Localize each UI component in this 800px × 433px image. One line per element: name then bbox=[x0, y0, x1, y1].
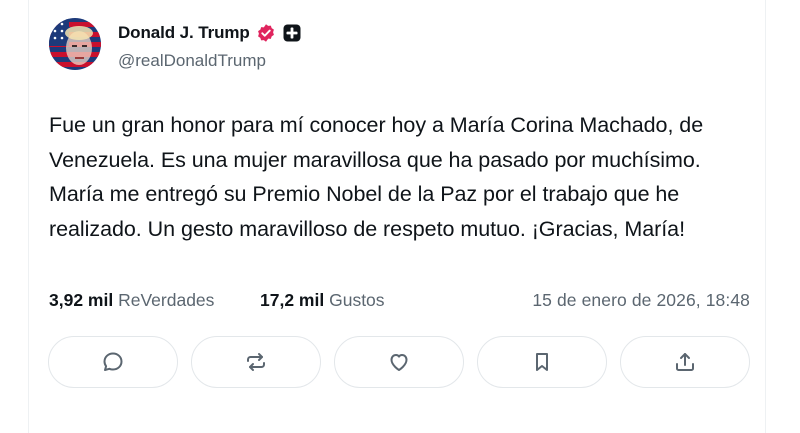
likes-stat[interactable]: 17,2 mil Gustos bbox=[260, 290, 385, 311]
post-timestamp: 15 de enero de 2026, 18:48 bbox=[532, 290, 750, 310]
bookmark-button[interactable] bbox=[477, 336, 607, 388]
action-bar bbox=[48, 336, 751, 390]
reposts-stat[interactable]: 3,92 mil ReVerdades bbox=[49, 290, 214, 311]
plus-badge-icon bbox=[283, 24, 301, 42]
repost-icon bbox=[247, 353, 265, 371]
author-handle[interactable]: @realDonaldTrump bbox=[118, 51, 266, 71]
likes-label: Gustos bbox=[329, 290, 385, 310]
reposts-count: 3,92 mil bbox=[49, 290, 114, 310]
post-card: Donald J. Trump @realDonaldTrump Fue un … bbox=[28, 0, 766, 433]
reply-button[interactable] bbox=[48, 336, 178, 388]
bookmark-icon bbox=[536, 353, 548, 371]
author-name-row: Donald J. Trump bbox=[118, 22, 301, 44]
avatar[interactable] bbox=[49, 18, 101, 70]
post-stats: 3,92 mil ReVerdades 17,2 mil Gustos 15 d… bbox=[49, 290, 750, 314]
likes-count: 17,2 mil bbox=[260, 290, 325, 310]
avatar-image bbox=[49, 18, 101, 70]
repost-button[interactable] bbox=[191, 336, 321, 388]
post-text: Fue un gran honor para mí conocer hoy a … bbox=[49, 113, 704, 241]
reply-icon bbox=[103, 352, 123, 371]
like-icon bbox=[390, 354, 408, 371]
like-button[interactable] bbox=[334, 336, 464, 388]
share-icon bbox=[676, 353, 694, 371]
display-name[interactable]: Donald J. Trump bbox=[118, 23, 250, 43]
share-button[interactable] bbox=[620, 336, 750, 388]
reposts-label: ReVerdades bbox=[118, 290, 215, 310]
verified-badge-icon bbox=[256, 23, 276, 43]
